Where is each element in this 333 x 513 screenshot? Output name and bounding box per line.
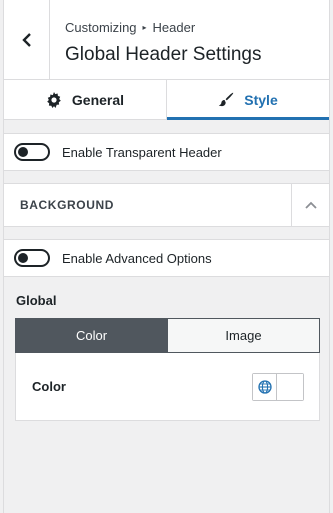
header-titles: Customizing ▸ Header Global Header Setti… — [65, 20, 261, 66]
paintbrush-icon — [219, 92, 234, 106]
segment-color[interactable]: Color — [16, 319, 167, 352]
segment-image[interactable]: Image — [167, 319, 319, 352]
tab-style[interactable]: Style — [167, 80, 329, 120]
color-settings-box: Color — [15, 353, 320, 421]
page-title: Global Header Settings — [65, 44, 262, 65]
settings-tabs: General Style — [4, 80, 329, 120]
background-section-header[interactable]: BACKGROUND — [4, 183, 329, 227]
tab-general-label: General — [71, 91, 125, 108]
advanced-options-row: Enable Advanced Options — [4, 239, 329, 277]
back-button[interactable] — [4, 0, 50, 79]
color-label: Color — [32, 379, 66, 394]
transparent-header-label: Enable Transparent Header — [62, 144, 222, 160]
breadcrumb-separator: ▸ — [142, 23, 147, 32]
chevron-left-icon — [21, 32, 31, 47]
transparent-header-toggle[interactable] — [14, 143, 50, 161]
advanced-options-toggle[interactable] — [14, 249, 50, 267]
tab-style-label: Style — [244, 91, 278, 108]
customizer-panel: Customizing ▸ Header Global Header Setti… — [3, 0, 330, 513]
breadcrumb: Customizing ▸ Header — [65, 20, 261, 36]
background-type-segmented-control: Color Image — [15, 318, 320, 353]
color-swatch[interactable] — [277, 373, 303, 400]
breadcrumb-root: Customizing — [65, 20, 137, 35]
globe-icon — [257, 379, 272, 394]
panel-header: Customizing ▸ Header Global Header Setti… — [4, 0, 329, 80]
tab-general[interactable]: General — [4, 80, 167, 119]
chevron-up-icon — [304, 201, 317, 209]
global-label: Global — [16, 293, 57, 308]
color-controls — [252, 372, 304, 401]
toggle-knob — [18, 253, 28, 263]
collapse-button[interactable] — [291, 184, 329, 226]
breadcrumb-current: Header — [152, 20, 196, 35]
advanced-options-label: Enable Advanced Options — [62, 250, 212, 266]
transparent-header-row: Enable Transparent Header — [4, 133, 329, 171]
section-title: BACKGROUND — [20, 198, 114, 212]
global-color-button[interactable] — [253, 373, 277, 400]
gear-icon — [47, 91, 61, 108]
toggle-knob — [18, 147, 28, 157]
